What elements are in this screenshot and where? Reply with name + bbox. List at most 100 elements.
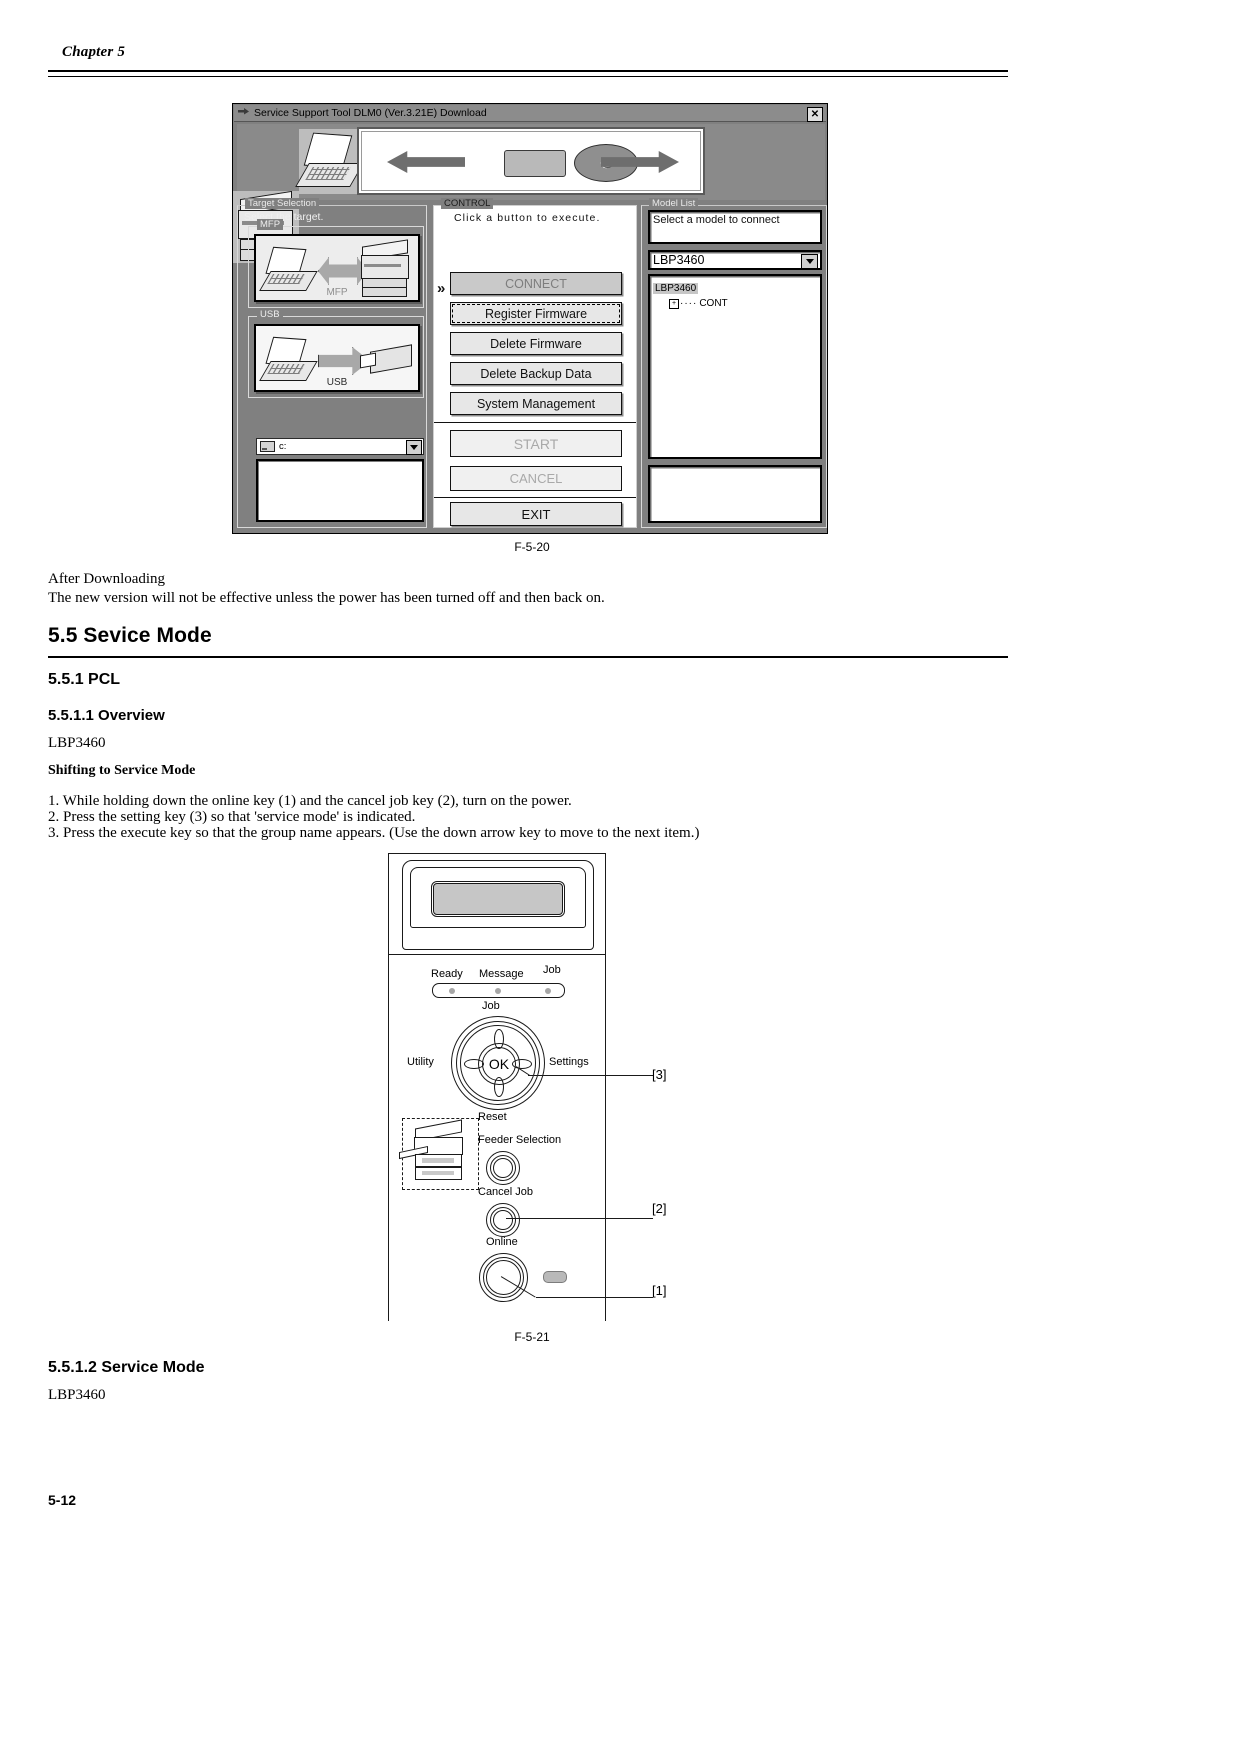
dialog-banner [233, 124, 825, 263]
feeder-selection-label: Feeder Selection [478, 1134, 562, 1146]
cancel-button[interactable]: CANCEL [450, 466, 622, 491]
usb-subgroup-label: USB [257, 309, 283, 320]
dial-down-label: Reset [478, 1111, 507, 1123]
model-select[interactable]: LBP3460 [648, 250, 822, 270]
leader-line-online [536, 1297, 653, 1299]
exit-button[interactable]: EXIT [450, 502, 622, 526]
service-mode-model: LBP3460 [48, 1387, 106, 1403]
leader-line-settings [528, 1075, 653, 1077]
message-led-label: Message [479, 968, 524, 980]
shifting-heading: Shifting to Service Mode [48, 763, 196, 778]
usb-drive-icon [360, 344, 412, 374]
after-downloading-text: The new version will not be effective un… [48, 590, 605, 606]
memory-card-icon [504, 150, 566, 177]
mfp-subgroup-label: MFP [257, 219, 284, 230]
page-number: 5-12 [48, 1492, 77, 1508]
start-button[interactable]: START [450, 430, 622, 457]
connect-button[interactable]: CONNECT [450, 272, 622, 295]
control-hint: Click a button to execute. [454, 212, 601, 224]
section-rule [48, 656, 1008, 658]
cancel-job-button[interactable] [486, 1203, 520, 1237]
laptop-icon [295, 129, 365, 194]
job-led-label: Job [543, 964, 561, 976]
close-icon[interactable]: ✕ [807, 107, 823, 122]
callout-1: [1] [652, 1283, 667, 1298]
chevron-down-icon[interactable] [801, 254, 818, 269]
manual-page: Chapter 5 Service Support Tool DLM0 (Ver… [0, 0, 1240, 1754]
drive-select-value: c: [279, 441, 287, 452]
drive-icon [260, 441, 275, 452]
arrow-left-icon [387, 151, 465, 173]
callout-2: [2] [652, 1201, 667, 1216]
model-select-value: LBP3460 [653, 253, 705, 267]
status-led-strip [432, 983, 565, 998]
after-downloading-heading: After Downloading [48, 571, 166, 587]
target-selection-group: Target Selection Select the target. MFP … [237, 198, 427, 528]
section-heading-5-5-1-2: 5.5.1.2 Service Mode [48, 1359, 205, 1376]
display-shell [402, 860, 594, 950]
section-heading-5-5-1-1: 5.5.1.1 Overview [48, 707, 165, 724]
system-management-button[interactable]: System Management [450, 392, 622, 415]
control-group-label: CONTROL [441, 198, 494, 209]
mfp-target-option[interactable]: MFP [254, 234, 420, 302]
ok-button[interactable]: OK [478, 1043, 520, 1085]
expand-icon[interactable]: + [669, 298, 679, 309]
online-label: Online [486, 1236, 518, 1248]
dialog-title-bar: Service Support Tool DLM0 (Ver.3.21E) Do… [234, 105, 826, 122]
dial-up-label: Job [482, 1000, 500, 1012]
leader-line-cancel-job [506, 1218, 653, 1220]
usb-option-caption: USB [326, 377, 348, 388]
control-divider-2 [434, 497, 636, 498]
lcd-screen [431, 881, 565, 917]
target-selection-hint: Select the target. [244, 211, 324, 223]
arrow-right-icon [601, 151, 679, 173]
banner-illustration [357, 127, 705, 195]
figure-caption-5-21: F-5-21 [514, 1330, 550, 1344]
file-list[interactable] [256, 459, 424, 522]
usb-target-option[interactable]: USB [254, 324, 420, 392]
model-list-hint: Select a model to connect [648, 210, 822, 244]
message-led [495, 987, 501, 994]
cancel-job-label: Cancel Job [478, 1186, 534, 1198]
app-icon [238, 108, 249, 115]
disc-icon [574, 144, 638, 182]
pointer-chevrons-icon: » [437, 280, 446, 297]
tree-child-label: CONT [699, 298, 728, 309]
control-panel-figure: Ready Message Job OK Job Utility Setting… [388, 853, 688, 1328]
header-rule [48, 70, 1008, 77]
chevron-down-icon[interactable] [406, 440, 422, 455]
drive-select[interactable]: c: [256, 438, 424, 455]
mfp-option-caption: MFP [326, 287, 348, 298]
delete-backup-data-button[interactable]: Delete Backup Data [450, 362, 622, 385]
job-led [545, 987, 551, 994]
chapter-header: Chapter 5 [62, 44, 126, 60]
figure-caption-5-20: F-5-20 [514, 540, 550, 554]
overview-model: LBP3460 [48, 735, 106, 751]
step-3: 3. Press the execute key so that the gro… [48, 825, 700, 841]
navigation-dial[interactable]: OK [451, 1016, 545, 1110]
delete-firmware-button[interactable]: Delete Firmware [450, 332, 622, 355]
section-heading-5-5-1: 5.5.1 PCL [48, 671, 121, 688]
tree-root-node[interactable]: LBP3460 [653, 283, 699, 294]
feeder-selection-button[interactable] [486, 1151, 520, 1185]
model-tree[interactable]: LBP3460 + ···· CONT [648, 274, 822, 459]
tree-child-node[interactable]: + ···· CONT [669, 298, 817, 309]
tree-connector: ···· [680, 298, 698, 309]
online-indicator-led [543, 1271, 567, 1283]
callout-3: [3] [652, 1067, 667, 1082]
ready-led [449, 987, 455, 994]
model-list-group: Model List Select a model to connect LBP… [641, 198, 827, 528]
control-group: CONTROL Click a button to execute. » CON… [433, 198, 637, 528]
target-selection-group-label: Target Selection [245, 198, 320, 209]
dialog-title: Service Support Tool DLM0 (Ver.3.21E) Do… [254, 107, 487, 119]
dial-left-label: Utility [407, 1056, 434, 1068]
section-heading-5-5: 5.5 Sevice Mode [48, 624, 212, 647]
register-firmware-button[interactable]: Register Firmware [450, 302, 622, 325]
model-info-panel [648, 465, 822, 523]
model-list-group-label: Model List [649, 198, 699, 209]
service-support-tool-dialog: Service Support Tool DLM0 (Ver.3.21E) Do… [232, 103, 828, 534]
printer-illustration-icon [399, 1119, 470, 1184]
ready-led-label: Ready [431, 968, 463, 980]
display-housing [388, 853, 606, 955]
dial-right-label: Settings [549, 1056, 589, 1068]
